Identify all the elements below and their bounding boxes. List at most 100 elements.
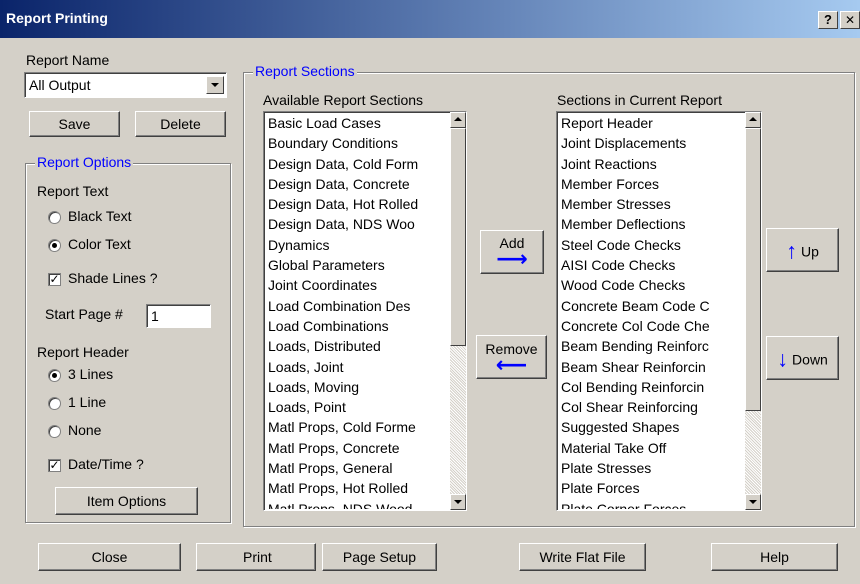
list-item[interactable]: Plate Corner Forces: [557, 499, 745, 509]
none-radio[interactable]: [48, 425, 61, 438]
current-scrollbar[interactable]: [745, 112, 761, 510]
available-sections-label: Available Report Sections: [263, 92, 424, 108]
chevron-up-icon: [454, 117, 462, 121]
list-item[interactable]: Member Forces: [557, 174, 745, 194]
list-item[interactable]: Concrete Beam Code C: [557, 296, 745, 316]
help-button[interactable]: Help: [711, 543, 838, 571]
dropdown-button[interactable]: [206, 76, 224, 94]
list-item[interactable]: Basic Load Cases: [264, 113, 450, 133]
start-page-value: 1: [151, 308, 159, 324]
list-item[interactable]: Matl Props, General: [264, 458, 450, 478]
list-item[interactable]: Beam Bending Reinforc: [557, 336, 745, 356]
remove-button[interactable]: Remove ⟵: [476, 335, 547, 379]
list-item[interactable]: Loads, Distributed: [264, 336, 450, 356]
list-item[interactable]: Design Data, Hot Rolled: [264, 194, 450, 214]
available-items-container: Basic Load Cases Boundary Conditions Desig…: [264, 113, 450, 509]
list-item[interactable]: Member Deflections: [557, 214, 745, 234]
list-item[interactable]: Matl Props, Concrete: [264, 438, 450, 458]
list-item[interactable]: Joint Reactions: [557, 154, 745, 174]
list-item[interactable]: Material Take Off: [557, 438, 745, 458]
list-item[interactable]: Load Combination Des: [264, 296, 450, 316]
list-item[interactable]: Member Stresses: [557, 194, 745, 214]
list-item[interactable]: Joint Displacements: [557, 133, 745, 153]
list-item[interactable]: Concrete Col Code Che: [557, 316, 745, 336]
list-item[interactable]: Col Bending Reinforcin: [557, 377, 745, 397]
black-text-label: Black Text: [68, 208, 132, 224]
chevron-down-icon: [454, 500, 462, 504]
list-item[interactable]: Design Data, NDS Woo: [264, 214, 450, 234]
close-button[interactable]: Close: [38, 543, 181, 571]
add-button[interactable]: Add ⟶: [480, 230, 544, 274]
help-title-button[interactable]: ?: [818, 11, 838, 29]
report-printing-dialog: Report Printing ? ✕ Report Name All Outp…: [0, 0, 860, 584]
up-button[interactable]: ↑ Up: [766, 228, 839, 272]
report-text-label: Report Text: [37, 183, 109, 199]
list-item[interactable]: Matl Props, NDS Wood: [264, 499, 450, 509]
chevron-up-icon: [749, 117, 757, 121]
down-button-label: Down: [792, 351, 828, 368]
chevron-down-icon: [749, 500, 757, 504]
current-items-container: Report Header Joint Displacements Joint Re…: [557, 113, 745, 509]
list-item[interactable]: Dynamics: [264, 235, 450, 255]
list-item[interactable]: Boundary Conditions: [264, 133, 450, 153]
scroll-down-button[interactable]: [745, 494, 761, 510]
shade-lines-label: Shade Lines ?: [68, 270, 158, 286]
list-item[interactable]: Steel Code Checks: [557, 235, 745, 255]
three-lines-radio[interactable]: [48, 369, 61, 382]
list-item[interactable]: Beam Shear Reinforcin: [557, 357, 745, 377]
scroll-thumb[interactable]: [450, 128, 466, 346]
scroll-thumb[interactable]: [745, 128, 761, 411]
list-item[interactable]: Design Data, Concrete: [264, 174, 450, 194]
current-sections-label: Sections in Current Report: [557, 92, 722, 108]
close-title-button[interactable]: ✕: [840, 11, 860, 29]
date-time-checkbox[interactable]: ✓: [48, 459, 61, 472]
start-page-label: Start Page #: [45, 306, 123, 322]
window-title: Report Printing: [6, 10, 108, 26]
radio-selected-dot: [52, 373, 57, 378]
page-setup-button[interactable]: Page Setup: [322, 543, 437, 571]
delete-button[interactable]: Delete: [135, 111, 226, 137]
item-options-button[interactable]: Item Options: [55, 487, 198, 515]
list-item[interactable]: Suggested Shapes: [557, 417, 745, 437]
list-item[interactable]: Col Shear Reinforcing: [557, 397, 745, 417]
list-item[interactable]: Plate Stresses: [557, 458, 745, 478]
report-sections-legend: Report Sections: [253, 63, 357, 79]
scroll-down-button[interactable]: [450, 494, 466, 510]
save-button[interactable]: Save: [29, 111, 120, 137]
print-button[interactable]: Print: [196, 543, 316, 571]
list-item[interactable]: Global Parameters: [264, 255, 450, 275]
list-item[interactable]: Loads, Point: [264, 397, 450, 417]
checkmark-icon: ✓: [49, 272, 60, 286]
report-name-value: All Output: [29, 77, 91, 93]
list-item[interactable]: Plate Forces: [557, 478, 745, 498]
shade-lines-checkbox[interactable]: ✓: [48, 273, 61, 286]
list-item[interactable]: Load Combinations: [264, 316, 450, 336]
color-text-radio[interactable]: [48, 239, 61, 252]
down-button[interactable]: ↓ Down: [766, 336, 839, 380]
one-line-label: 1 Line: [68, 394, 107, 410]
write-flat-file-button[interactable]: Write Flat File: [519, 543, 646, 571]
up-arrow-icon: ↑: [786, 238, 798, 264]
list-item[interactable]: Wood Code Checks: [557, 275, 745, 295]
available-sections-list[interactable]: Basic Load Cases Boundary Conditions Desig…: [263, 111, 467, 511]
scroll-up-button[interactable]: [450, 112, 466, 128]
date-time-label: Date/Time ?: [68, 456, 144, 472]
list-item[interactable]: Design Data, Cold Form: [264, 154, 450, 174]
three-lines-label: 3 Lines: [68, 366, 114, 382]
report-name-dropdown[interactable]: All Output: [24, 72, 227, 98]
title-bar: Report Printing ? ✕: [0, 0, 860, 38]
list-item[interactable]: Loads, Moving: [264, 377, 450, 397]
current-sections-list[interactable]: Report Header Joint Displacements Joint Re…: [556, 111, 762, 511]
list-item[interactable]: Matl Props, Hot Rolled: [264, 478, 450, 498]
start-page-input[interactable]: 1: [146, 304, 211, 328]
list-item[interactable]: Loads, Joint: [264, 357, 450, 377]
list-item[interactable]: Matl Props, Cold Forme: [264, 417, 450, 437]
list-item[interactable]: Report Header: [557, 113, 745, 133]
list-item[interactable]: Joint Coordinates: [264, 275, 450, 295]
report-options-legend: Report Options: [35, 154, 134, 170]
list-item[interactable]: AISI Code Checks: [557, 255, 745, 275]
black-text-radio[interactable]: [48, 211, 61, 224]
one-line-radio[interactable]: [48, 397, 61, 410]
available-scrollbar[interactable]: [450, 112, 466, 510]
scroll-up-button[interactable]: [745, 112, 761, 128]
